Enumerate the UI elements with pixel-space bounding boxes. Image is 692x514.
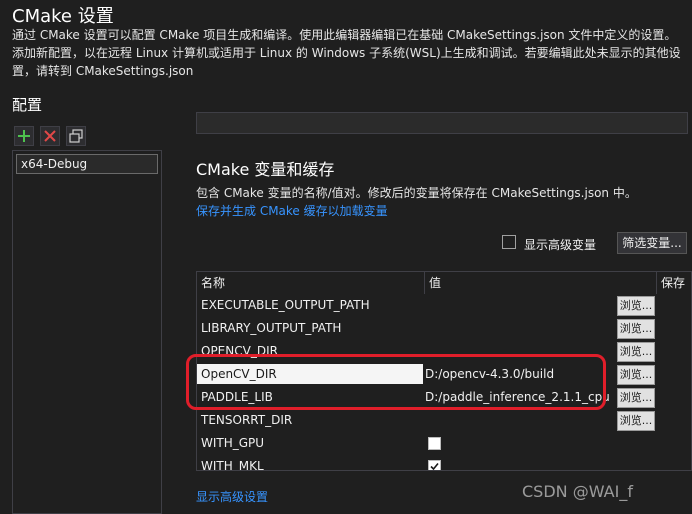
config-list[interactable]: x64-Debug [12,150,162,514]
column-header-value[interactable]: 值 [425,272,657,294]
show-advanced-vars-checkbox[interactable] [502,235,516,249]
highlight-annotation [186,354,606,410]
browse-button[interactable]: 浏览... [617,342,655,362]
browse-button[interactable]: 浏览... [617,296,655,316]
checkmark-icon [430,462,439,470]
var-name-with-mkl[interactable]: WITH_MKL [197,456,423,470]
column-header-name[interactable]: 名称 [197,272,425,294]
cmake-vars-title: CMake 变量和缓存 [196,160,335,179]
save-generate-cache-link[interactable]: 保存并生成 CMake 缓存以加载变量 [196,202,388,219]
copy-icon [69,129,83,143]
cmake-vars-description: 包含 CMake 变量的名称/值对。修改后的变量将保存在 CMakeSettin… [196,186,637,200]
config-item-x64-debug[interactable]: x64-Debug [16,154,158,174]
copy-config-button[interactable] [66,126,86,146]
page-description: 通过 CMake 设置可以配置 CMake 项目生成和编译。使用此编辑器编辑已在… [12,28,681,78]
delete-icon [44,130,56,142]
remove-config-button[interactable] [40,126,60,146]
show-advanced-settings-link[interactable]: 显示高级设置 [196,488,268,505]
var-name-with-gpu[interactable]: WITH_GPU [197,433,423,453]
with-mkl-checkbox[interactable] [428,460,441,470]
browse-button[interactable]: 浏览... [617,388,655,408]
with-gpu-checkbox[interactable] [428,437,441,450]
page-title: CMake 设置 [12,6,114,27]
var-name-library-output-path[interactable]: LIBRARY_OUTPUT_PATH [197,318,423,338]
plus-icon [18,130,30,142]
configs-title: 配置 [12,96,43,114]
column-header-save[interactable]: 保存 [657,272,691,294]
browse-button[interactable]: 浏览... [617,411,655,431]
filter-vars-button[interactable]: 筛选变量... [617,232,687,254]
var-name-executable-output-path[interactable]: EXECUTABLE_OUTPUT_PATH [197,295,423,315]
var-name-tensorrt-dir[interactable]: TENSORRT_DIR [197,410,423,430]
browse-button[interactable]: 浏览... [617,319,655,339]
watermark: CSDN @WAI_f [522,482,633,501]
browse-button[interactable]: 浏览... [617,365,655,385]
settings-bar [196,112,688,134]
add-config-button[interactable] [14,126,34,146]
show-advanced-vars-label: 显示高级变量 [524,238,597,252]
